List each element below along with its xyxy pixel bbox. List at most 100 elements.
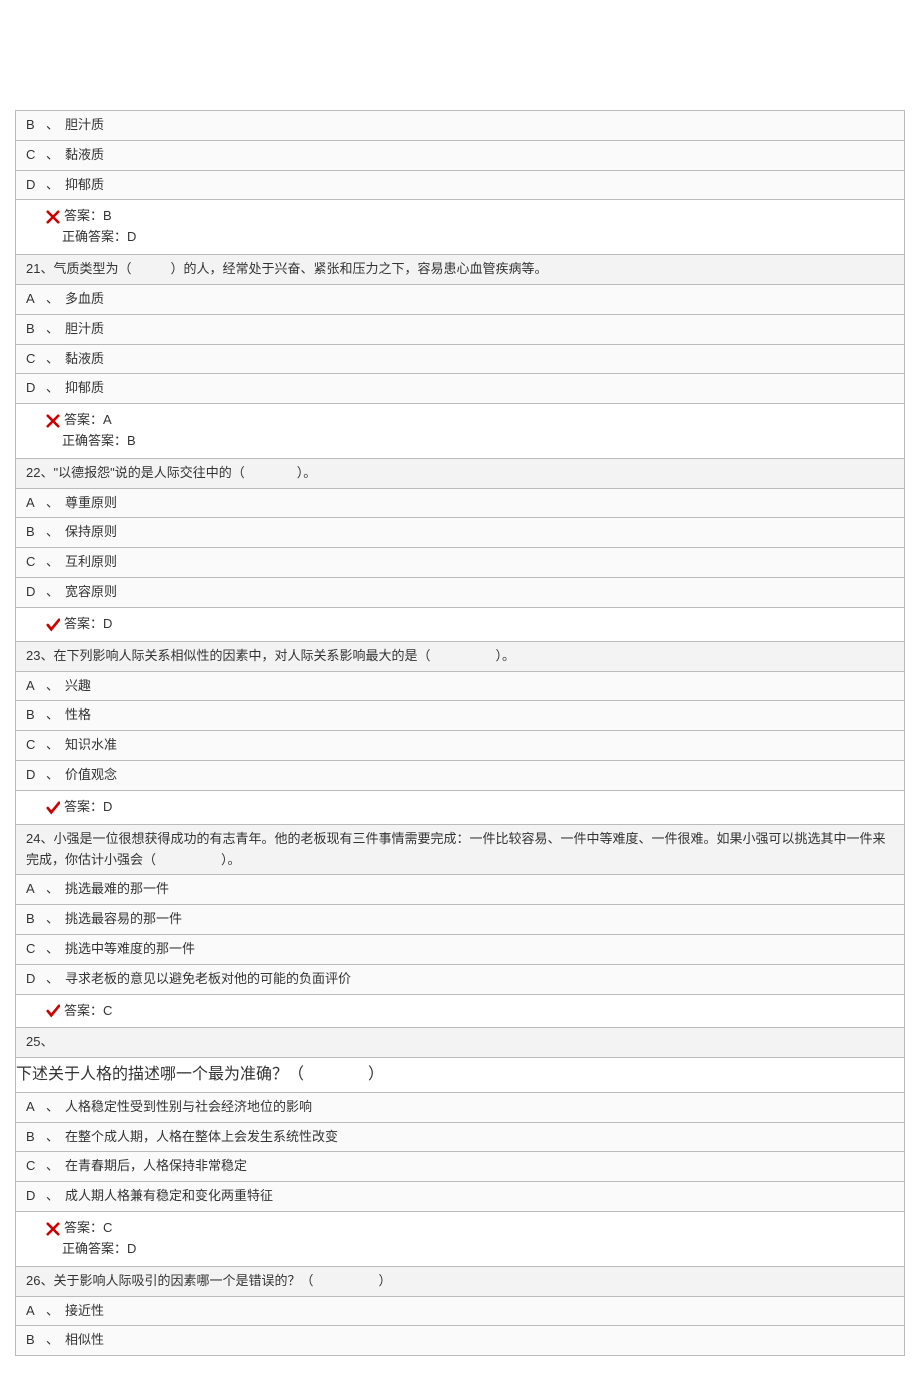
separator: 、 [46,175,59,196]
option-text: 多血质 [65,291,104,306]
question-number: 24 [26,831,40,846]
option-row: B、相似性 [15,1326,905,1356]
option-row: C、知识水准 [15,731,905,761]
option-letter: D [26,582,44,603]
option-text: 胆汁质 [65,117,104,132]
question-row: 21、气质类型为（ ）的人，经常处于兴奋、紧张和压力之下，容易患心血管疾病等。 [15,255,905,285]
separator: 、 [46,705,59,726]
option-row: A、人格稳定性受到性别与社会经济地位的影响 [15,1093,905,1123]
separator: 、 [46,676,59,697]
given-answer: C [103,1003,112,1018]
option-text: 尊重原则 [65,495,117,510]
option-text: 知识水准 [65,737,117,752]
option-text: 兴趣 [65,678,91,693]
separator: 、 [46,1186,59,1207]
option-row: A、尊重原则 [15,489,905,519]
option-row: B、保持原则 [15,518,905,548]
option-row: D、抑郁质 [15,374,905,404]
option-letter: B [26,1127,44,1148]
given-answer: A [103,412,112,427]
correct-answer-line: 正确答案：B [62,431,894,452]
option-letter: C [26,552,44,573]
option-letter: C [26,145,44,166]
option-letter: B [26,1330,44,1351]
option-row: C、挑选中等难度的那一件 [15,935,905,965]
question-text: 关于影响人际吸引的因素哪一个是错误的？（ ） [53,1273,391,1288]
option-letter: B [26,909,44,930]
option-row: B、胆汁质 [15,315,905,345]
question-row: 22、"以德报怨"说的是人际交往中的（ ）。 [15,459,905,489]
option-row: B、在整个成人期，人格在整体上会发生系统性改变 [15,1123,905,1153]
question-row: 24、小强是一位很想获得成功的有志青年。他的老板现有三件事情需要完成：一件比较容… [15,825,905,876]
option-letter: A [26,1097,44,1118]
check-icon [46,797,62,818]
separator: 、 [40,831,53,846]
question-number: 21 [26,261,40,276]
answer-row: 答案：D [15,791,905,825]
given-answer-line: 答案：C [46,1001,894,1022]
check-icon [46,1001,62,1022]
separator: 、 [46,969,59,990]
question-row: 25、 [15,1028,905,1058]
option-letter: D [26,175,44,196]
answer-row: 答案：A 正确答案：B [15,404,905,459]
correct-label: 正确答案： [62,1241,127,1256]
option-row: B、性格 [15,701,905,731]
separator: 、 [46,939,59,960]
option-row: C、在青春期后，人格保持非常稳定 [15,1152,905,1182]
given-answer-line: 答案：D [46,797,894,818]
answer-label: 答案： [64,412,103,427]
option-letter: D [26,765,44,786]
question-number: 25 [26,1034,40,1049]
option-letter: B [26,115,44,136]
option-text: 寻求老板的意见以避免老板对他的可能的负面评价 [65,971,351,986]
question-text: 小强是一位很想获得成功的有志青年。他的老板现有三件事情需要完成：一件比较容易、一… [26,831,886,867]
option-text: 挑选最容易的那一件 [65,911,182,926]
check-icon [46,614,62,635]
option-letter: B [26,319,44,340]
option-text: 抑郁质 [65,380,104,395]
separator: 、 [46,909,59,930]
quiz-document: B、胆汁质C、黏液质D、抑郁质答案：B正确答案：D21、气质类型为（ ）的人，经… [15,110,905,1356]
option-letter: A [26,289,44,310]
answer-label: 答案： [64,1003,103,1018]
separator: 、 [46,765,59,786]
answer-label: 答案： [64,1220,103,1235]
option-text: 抑郁质 [65,177,104,192]
option-letter: C [26,939,44,960]
option-text: 胆汁质 [65,321,104,336]
separator: 、 [46,1156,59,1177]
option-letter: B [26,522,44,543]
correct-label: 正确答案： [62,433,127,448]
option-text: 性格 [65,707,91,722]
separator: 、 [40,465,53,480]
option-row: B、挑选最容易的那一件 [15,905,905,935]
given-answer-line: 答案：D [46,614,894,635]
question-number: 23 [26,648,40,663]
question-row: 23、在下列影响人际关系相似性的因素中，对人际关系影响最大的是（ ）。 [15,642,905,672]
separator: 、 [40,1273,53,1288]
separator: 、 [46,1097,59,1118]
separator: 、 [46,115,59,136]
option-text: 相似性 [65,1332,104,1347]
given-answer: C [103,1220,112,1235]
given-answer-line: 答案：B [46,206,894,227]
question-text: "以德报怨"说的是人际交往中的（ ）。 [53,465,316,480]
option-text: 互利原则 [65,554,117,569]
option-row: A、兴趣 [15,672,905,702]
answer-label: 答案： [64,208,103,223]
given-answer-line: 答案：C [46,1218,894,1239]
option-row: D、价值观念 [15,761,905,791]
separator: 、 [46,289,59,310]
separator: 、 [40,261,53,276]
option-row: B、胆汁质 [15,110,905,141]
option-row: C、黏液质 [15,345,905,375]
cross-icon [46,207,62,228]
given-answer: B [103,208,112,223]
separator: 、 [46,349,59,370]
separator: 、 [46,145,59,166]
separator: 、 [40,648,53,663]
answer-row: 答案：B正确答案：D [15,200,905,255]
answer-row: 答案：C正确答案：D [15,1212,905,1267]
correct-answer: B [127,433,136,448]
